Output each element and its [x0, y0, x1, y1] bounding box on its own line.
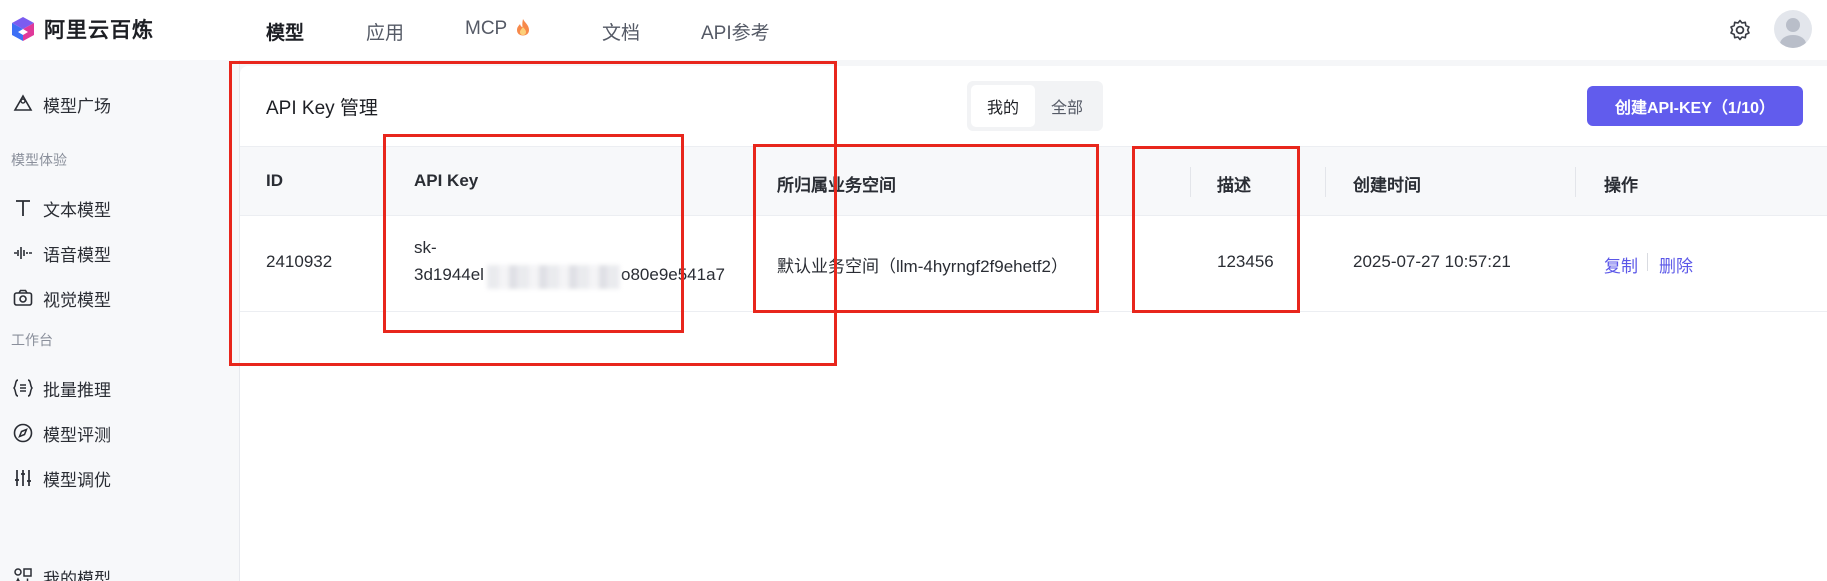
action-divider — [1647, 253, 1648, 271]
column-divider — [1575, 167, 1576, 197]
ownership-filter-tabs: 我的 全部 — [967, 81, 1103, 131]
sidebar-item-model-eval[interactable]: 模型评测 — [12, 419, 111, 447]
nav-tab-mcp[interactable]: MCP — [465, 18, 530, 40]
brand-logo-icon — [12, 17, 34, 41]
fire-icon — [517, 19, 530, 36]
batch-list-icon — [12, 379, 34, 397]
column-header-created-time: 创建时间 — [1353, 176, 1421, 195]
tab-mine[interactable]: 我的 — [971, 85, 1035, 127]
waveform-icon — [14, 247, 32, 259]
sidebar-group-title: 工作台 — [11, 332, 53, 348]
nav-tab-api-ref[interactable]: API参考 — [701, 18, 770, 45]
brand-name: 阿里云百炼 — [44, 19, 154, 42]
annotation-box — [1132, 146, 1300, 313]
delete-link[interactable]: 删除 — [1659, 252, 1693, 277]
text-icon — [16, 200, 30, 216]
compass-icon — [13, 423, 33, 443]
sidebar-item-label: 模型评测 — [43, 425, 111, 445]
avatar-person-icon — [1780, 18, 1806, 48]
sidebar-item-label: 我的模型 — [43, 569, 111, 581]
sidebar-item-label: 批量推理 — [43, 380, 111, 400]
copy-link[interactable]: 复制 — [1604, 252, 1638, 277]
sidebar-item-batch-inference[interactable]: 批量推理 — [12, 374, 111, 402]
sidebar-item-label: 文本模型 — [43, 200, 111, 220]
sidebar-group-title: 模型体验 — [11, 152, 67, 168]
column-divider — [1325, 167, 1326, 197]
annotation-box — [383, 134, 684, 333]
sliders-icon — [15, 470, 31, 486]
sidebar-item-label: 模型调优 — [43, 470, 111, 490]
sidebar: 模型广场 模型体验 文本模型 语音模型 视觉模型 工作台 批量推理 模型评测 模… — [0, 60, 240, 581]
gear-icon[interactable] — [1728, 18, 1752, 42]
tab-all[interactable]: 全部 — [1035, 85, 1099, 127]
create-api-key-button[interactable]: 创建API-KEY（1/10） — [1587, 86, 1803, 126]
sidebar-item-voice-model[interactable]: 语音模型 — [12, 239, 111, 267]
column-header-actions: 操作 — [1604, 176, 1638, 195]
camera-icon — [13, 289, 33, 306]
nav-tab-apps[interactable]: 应用 — [366, 18, 404, 45]
sidebar-item-my-models[interactable]: 我的模型 — [12, 563, 111, 581]
sidebar-item-label: 语音模型 — [43, 245, 111, 265]
sidebar-item-label: 模型广场 — [43, 96, 111, 116]
nav-tab-docs[interactable]: 文档 — [602, 18, 640, 45]
annotation-box — [753, 144, 1099, 313]
model-square-icon — [13, 94, 33, 111]
user-avatar[interactable] — [1774, 10, 1812, 48]
brand-logo[interactable]: 阿里云百炼 — [10, 14, 154, 44]
cell-created-time: 2025-07-27 10:57:21 — [1353, 252, 1511, 271]
sidebar-item-vision-model[interactable]: 视觉模型 — [12, 284, 111, 312]
nav-tab-models[interactable]: 模型 — [266, 18, 304, 45]
sidebar-item-model-square[interactable]: 模型广场 — [12, 90, 111, 118]
sidebar-item-text-model[interactable]: 文本模型 — [12, 194, 111, 222]
nav-tab-mcp-label: MCP — [465, 18, 507, 39]
top-nav-bar: 阿里云百炼 模型 应用 MCP 文档 API参考 — [0, 0, 1827, 60]
sidebar-item-model-tuning[interactable]: 模型调优 — [12, 464, 111, 492]
my-models-icon — [14, 568, 32, 581]
sidebar-item-label: 视觉模型 — [43, 290, 111, 310]
